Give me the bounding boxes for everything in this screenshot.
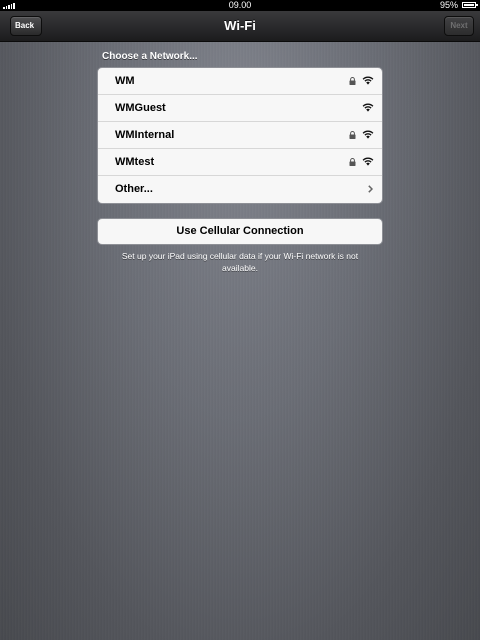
network-row-other[interactable]: Other... (98, 176, 382, 203)
next-button[interactable]: Next (444, 16, 474, 36)
network-name: WMtest (115, 156, 155, 168)
wifi-icon (362, 103, 374, 112)
status-bar: 09.00 95% (0, 0, 480, 11)
cellular-note: Set up your iPad using cellular data if … (121, 251, 359, 273)
network-list: WM WMGuest WMInternal WMtest Other... (97, 67, 383, 204)
next-button-label: Next (450, 21, 468, 30)
chevron-right-icon (368, 185, 373, 193)
network-name: WMGuest (115, 102, 166, 114)
status-time: 09.00 (228, 0, 252, 10)
network-row-wm[interactable]: WM (98, 68, 382, 95)
wifi-icon (362, 157, 374, 166)
network-row-wmguest[interactable]: WMGuest (98, 95, 382, 122)
lock-icon (349, 158, 356, 166)
back-button-label: Back (15, 21, 35, 30)
network-name: WMInternal (115, 129, 175, 141)
network-row-wmtest[interactable]: WMtest (98, 149, 382, 176)
network-row-wminternal[interactable]: WMInternal (98, 122, 382, 149)
battery-icon (462, 2, 478, 8)
navigation-bar: Back Wi-Fi Next (0, 11, 480, 42)
page-title: Wi-Fi (224, 18, 256, 33)
wifi-icon (362, 130, 374, 139)
use-cellular-button[interactable]: Use Cellular Connection (97, 218, 383, 245)
other-network-label: Other... (115, 183, 153, 195)
lock-icon (349, 131, 356, 139)
wifi-icon (362, 76, 374, 85)
choose-network-header: Choose a Network... (102, 51, 198, 62)
lock-icon (349, 77, 356, 85)
battery-percent: 95% (439, 0, 458, 10)
network-name: WM (115, 75, 135, 87)
